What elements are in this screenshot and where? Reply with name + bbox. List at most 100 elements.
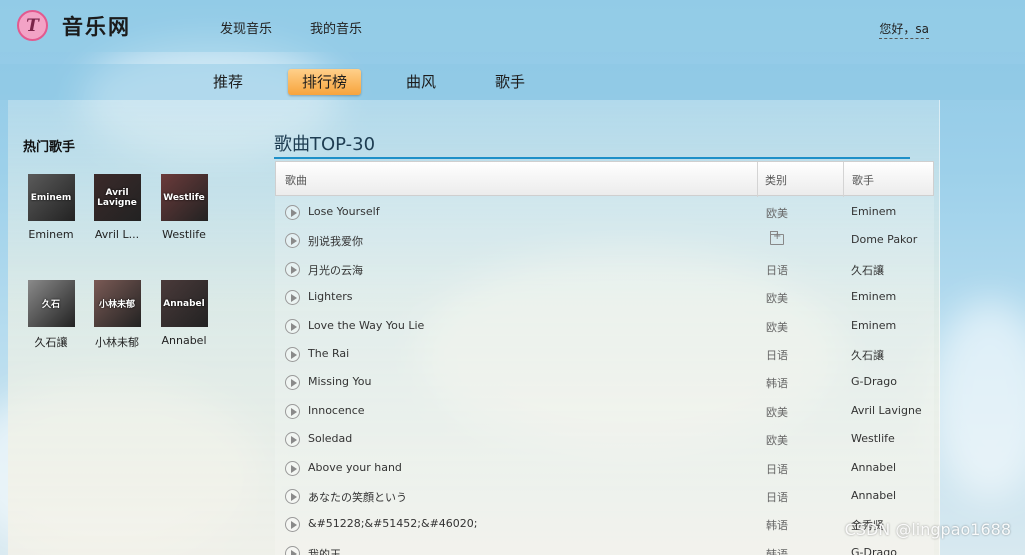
tab-genre[interactable]: 曲风 [392,69,450,95]
singer-name[interactable]: Avril L... [84,228,150,241]
song-artist[interactable]: G-Drago [851,375,897,388]
song-title[interactable]: Lighters [308,290,352,303]
singer-name[interactable]: Westlife [151,228,217,241]
song-category: 欧美 [766,405,788,419]
table-row[interactable]: Missing You 韩语 G-Drago [275,368,934,396]
singer-card[interactable]: Avril Lavigne Avril L... [84,174,150,241]
singer-card[interactable]: Annabel Annabel [151,280,217,347]
table-row[interactable]: &#51228;&#51452;&#46020; 韩语 金秀贤 [275,510,934,538]
nav-my-music[interactable]: 我的音乐 [310,18,362,37]
singer-name[interactable]: 久石讓 [18,334,84,350]
song-artist[interactable]: Eminem [851,290,896,303]
song-category: 欧美 [766,207,788,220]
song-artist[interactable]: Avril Lavigne [851,404,922,417]
play-icon[interactable] [285,517,300,533]
tab-charts[interactable]: 排行榜 [288,69,362,95]
column-header-category: 类别 [765,174,787,187]
logo-icon[interactable]: T [17,10,48,41]
singer-card[interactable]: Eminem Eminem [18,174,84,241]
song-title[interactable]: &#51228;&#51452;&#46020; [308,517,477,530]
play-icon[interactable] [285,403,300,419]
play-icon[interactable] [285,460,300,476]
singer-card[interactable]: Westlife Westlife [151,174,217,241]
singer-photo[interactable]: Eminem [27,174,75,221]
song-title[interactable]: Soledad [308,432,352,445]
table-row[interactable]: Love the Way You Lie 欧美 Eminem [275,312,934,340]
title-underline [274,157,910,159]
singer-photo[interactable]: Avril Lavigne [93,174,141,221]
table-header: 歌曲 类别 歌手 [275,161,934,197]
play-icon[interactable] [285,489,300,504]
table-row[interactable]: 别说我爱你 Dome Pakor [275,226,934,254]
song-title[interactable]: Lose Yourself [308,205,380,218]
background-cloud [930,300,1025,500]
song-artist[interactable]: Annabel [851,461,896,474]
song-artist[interactable]: 久石讓 [851,347,884,363]
song-category: 欧美 [766,320,788,334]
play-icon[interactable] [285,233,300,249]
play-icon[interactable] [285,375,300,391]
singer-photo[interactable]: Westlife [160,174,208,221]
table-row[interactable]: あなたの笑顔という 日语 Annabel [275,482,934,510]
song-artist[interactable]: Eminem [851,205,896,218]
play-icon[interactable] [285,318,300,334]
song-title[interactable]: 别说我爱你 [308,233,363,249]
watermark: CSDN @lingpao1688 [844,520,1011,539]
song-title[interactable]: Above your hand [308,461,402,474]
song-artist[interactable]: Eminem [851,319,896,332]
singer-card[interactable]: 久石 久石讓 [18,280,84,350]
play-icon[interactable] [285,432,300,448]
table-row[interactable]: The Rai 日语 久石讓 [275,340,934,368]
table-row[interactable]: Lose Yourself 欧美 Eminem [275,198,934,226]
song-table: 歌曲 类别 歌手 Lose Yourself 欧美 Eminem 别说我爱你 Dome … [275,161,934,555]
play-icon[interactable] [285,545,300,555]
singer-photo[interactable]: 小林未郁 [93,280,141,327]
singer-name[interactable]: Annabel [151,334,217,347]
song-title[interactable]: 月光の云海 [308,262,363,278]
song-category: 日语 [766,491,788,504]
table-row[interactable]: Soledad 欧美 Westlife [275,425,934,453]
song-title[interactable]: The Rai [308,347,349,360]
song-artist[interactable]: Dome Pakor [851,233,917,246]
user-greeting[interactable]: 您好，sa [879,20,929,39]
song-title[interactable]: Missing You [308,375,371,388]
table-row[interactable]: Lighters 欧美 Eminem [275,283,934,311]
song-category: 韩语 [766,547,788,555]
singer-name[interactable]: 小林未郁 [84,334,150,350]
column-divider [843,162,844,197]
tab-recommend[interactable]: 推荐 [199,69,257,95]
song-title[interactable]: あなたの笑顔という [308,489,407,505]
play-icon[interactable] [285,261,300,277]
nav-discover-music[interactable]: 发现音乐 [220,18,272,37]
folder-add-icon[interactable] [770,231,784,246]
singer-photo[interactable]: Annabel [160,280,208,327]
tab-singers[interactable]: 歌手 [481,69,539,95]
hot-singers-title: 热门歌手 [23,140,76,155]
play-icon[interactable] [285,290,300,306]
top-header: T 音乐网 发现音乐 我的音乐 您好，sa [0,0,1025,52]
column-divider [757,162,758,197]
site-name[interactable]: 音乐网 [62,11,131,41]
song-category: 韩语 [766,377,788,391]
song-title[interactable]: 我的王 [308,546,341,555]
song-artist[interactable]: Annabel [851,489,896,502]
song-artist[interactable]: G-Drago [851,546,897,555]
play-icon[interactable] [285,205,300,220]
table-row[interactable]: Above your hand 日语 Annabel [275,454,934,482]
singer-card[interactable]: 小林未郁 小林未郁 [84,280,150,350]
song-artist[interactable]: Westlife [851,432,895,445]
song-category: 韩语 [766,519,788,533]
column-header-song: 歌曲 [285,174,307,187]
table-row[interactable]: Innocence 欧美 Avril Lavigne [275,397,934,425]
play-icon[interactable] [285,347,300,362]
song-title[interactable]: Love the Way You Lie [308,319,424,332]
song-category: 日语 [766,263,788,277]
table-row[interactable]: 月光の云海 日语 久石讓 [275,255,934,283]
singer-photo[interactable]: 久石 [27,280,75,327]
main-panel: 热门歌手 Eminem Eminem Avril Lavigne Avril L...… [8,100,940,555]
song-category: 日语 [766,462,788,476]
table-row[interactable]: 我的王 韩语 G-Drago [275,539,934,555]
song-title[interactable]: Innocence [308,404,365,417]
song-artist[interactable]: 久石讓 [851,262,884,278]
singer-name[interactable]: Eminem [18,228,84,241]
